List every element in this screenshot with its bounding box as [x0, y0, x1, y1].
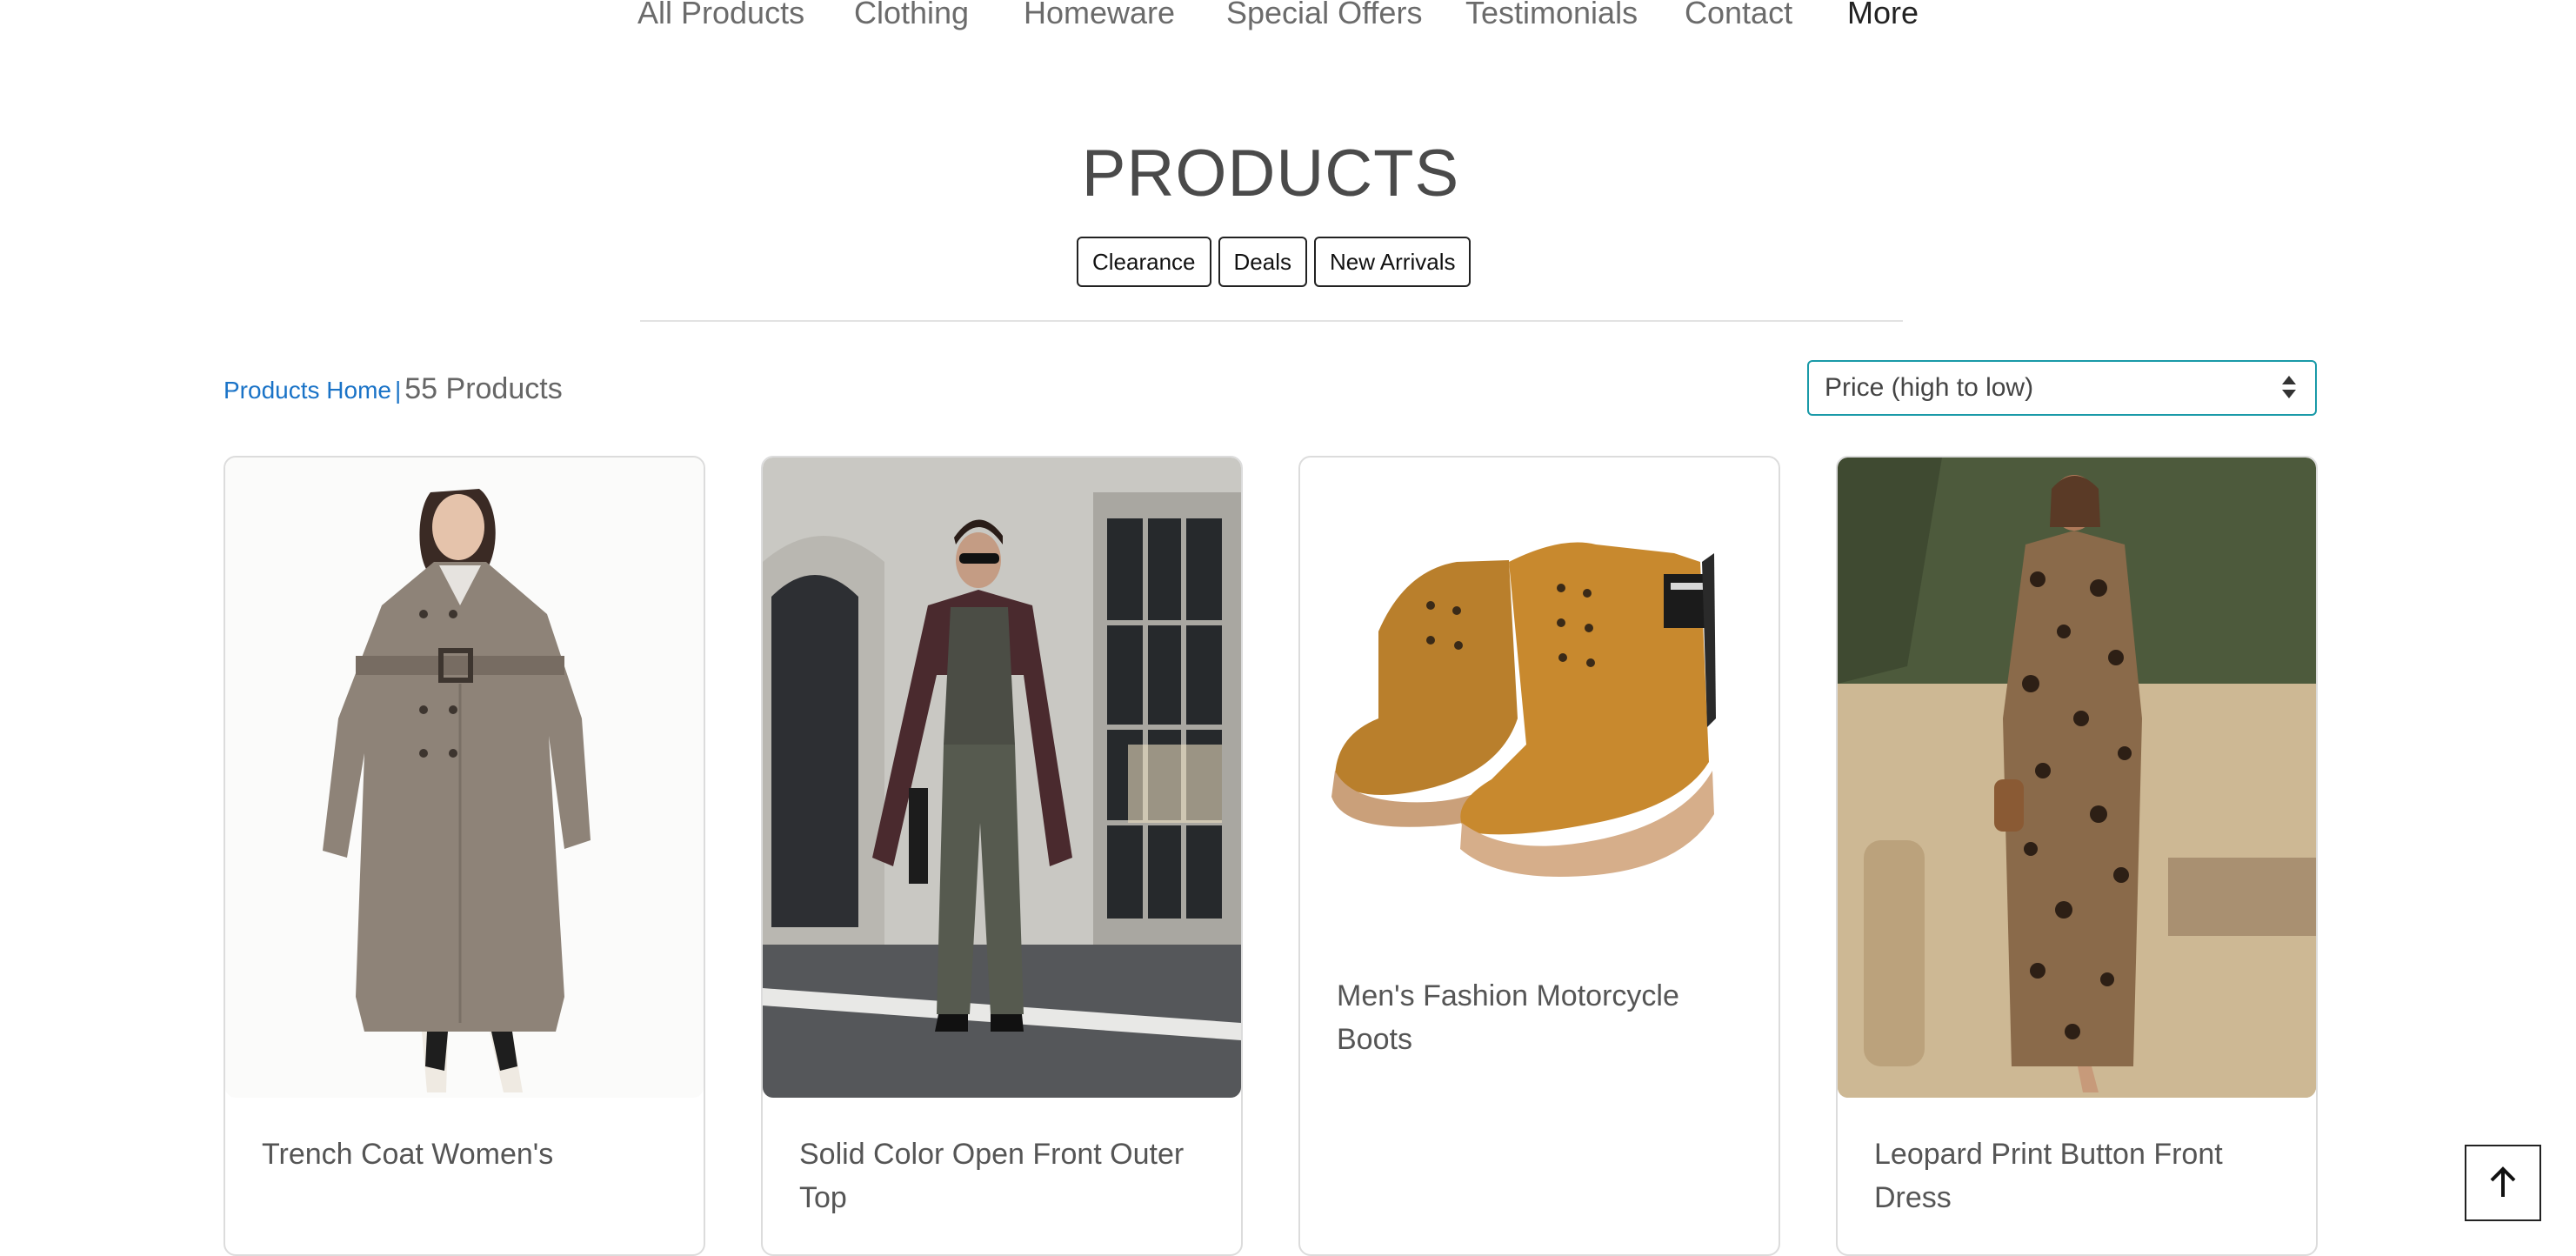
product-image-trench-coat[interactable]	[225, 458, 704, 1098]
product-card[interactable]: Trench Coat Women's	[224, 456, 705, 1256]
sort-selected-value: Price (high to low)	[1825, 373, 2034, 402]
back-to-top-button[interactable]	[2465, 1145, 2541, 1221]
product-image-motorcycle-boots[interactable]	[1300, 458, 1779, 927]
sort-select[interactable]: Price (high to low)	[1807, 360, 2317, 416]
filter-buttons: Clearance Deals New Arrivals	[1077, 237, 1472, 291]
product-card[interactable]: Solid Color Open Front Outer Top	[761, 456, 1243, 1256]
new-arrivals-button[interactable]: New Arrivals	[1314, 237, 1472, 287]
product-name[interactable]: Men's Fashion Motorcycle Boots	[1337, 974, 1745, 1061]
product-card[interactable]: Leopard Print Button Front Dress	[1836, 456, 2318, 1256]
product-card[interactable]: Men's Fashion Motorcycle Boots	[1298, 456, 1780, 1256]
breadcrumb-separator: |	[394, 377, 402, 404]
nav-all-products[interactable]: All Products	[637, 0, 804, 31]
breadcrumb: Products Home | 55 Products	[224, 372, 563, 406]
nav-more[interactable]: More	[1847, 0, 1919, 31]
product-name[interactable]: Trench Coat Women's	[262, 1132, 671, 1176]
nav-clothing[interactable]: Clothing	[854, 0, 969, 31]
divider	[640, 320, 1903, 322]
nav-homeware[interactable]: Homeware	[1024, 0, 1175, 31]
deals-button[interactable]: Deals	[1218, 237, 1307, 287]
top-nav: All Products Clothing Homeware Special O…	[0, 0, 2576, 38]
breadcrumb-products-home[interactable]: Products Home	[224, 377, 391, 404]
product-count: 55 Products	[404, 372, 563, 405]
nav-testimonials[interactable]: Testimonials	[1465, 0, 1638, 31]
select-arrows-icon	[2282, 374, 2296, 400]
page-title: PRODUCTS	[1081, 137, 1460, 210]
nav-contact[interactable]: Contact	[1685, 0, 1792, 31]
product-image-leopard-dress[interactable]	[1838, 458, 2316, 1098]
product-name[interactable]: Solid Color Open Front Outer Top	[799, 1132, 1208, 1219]
arrow-up-icon	[2490, 1166, 2516, 1197]
clearance-button[interactable]: Clearance	[1077, 237, 1211, 287]
nav-special-offers[interactable]: Special Offers	[1226, 0, 1422, 31]
product-image-open-front-top[interactable]	[763, 458, 1241, 1098]
product-name[interactable]: Leopard Print Button Front Dress	[1874, 1132, 2283, 1219]
